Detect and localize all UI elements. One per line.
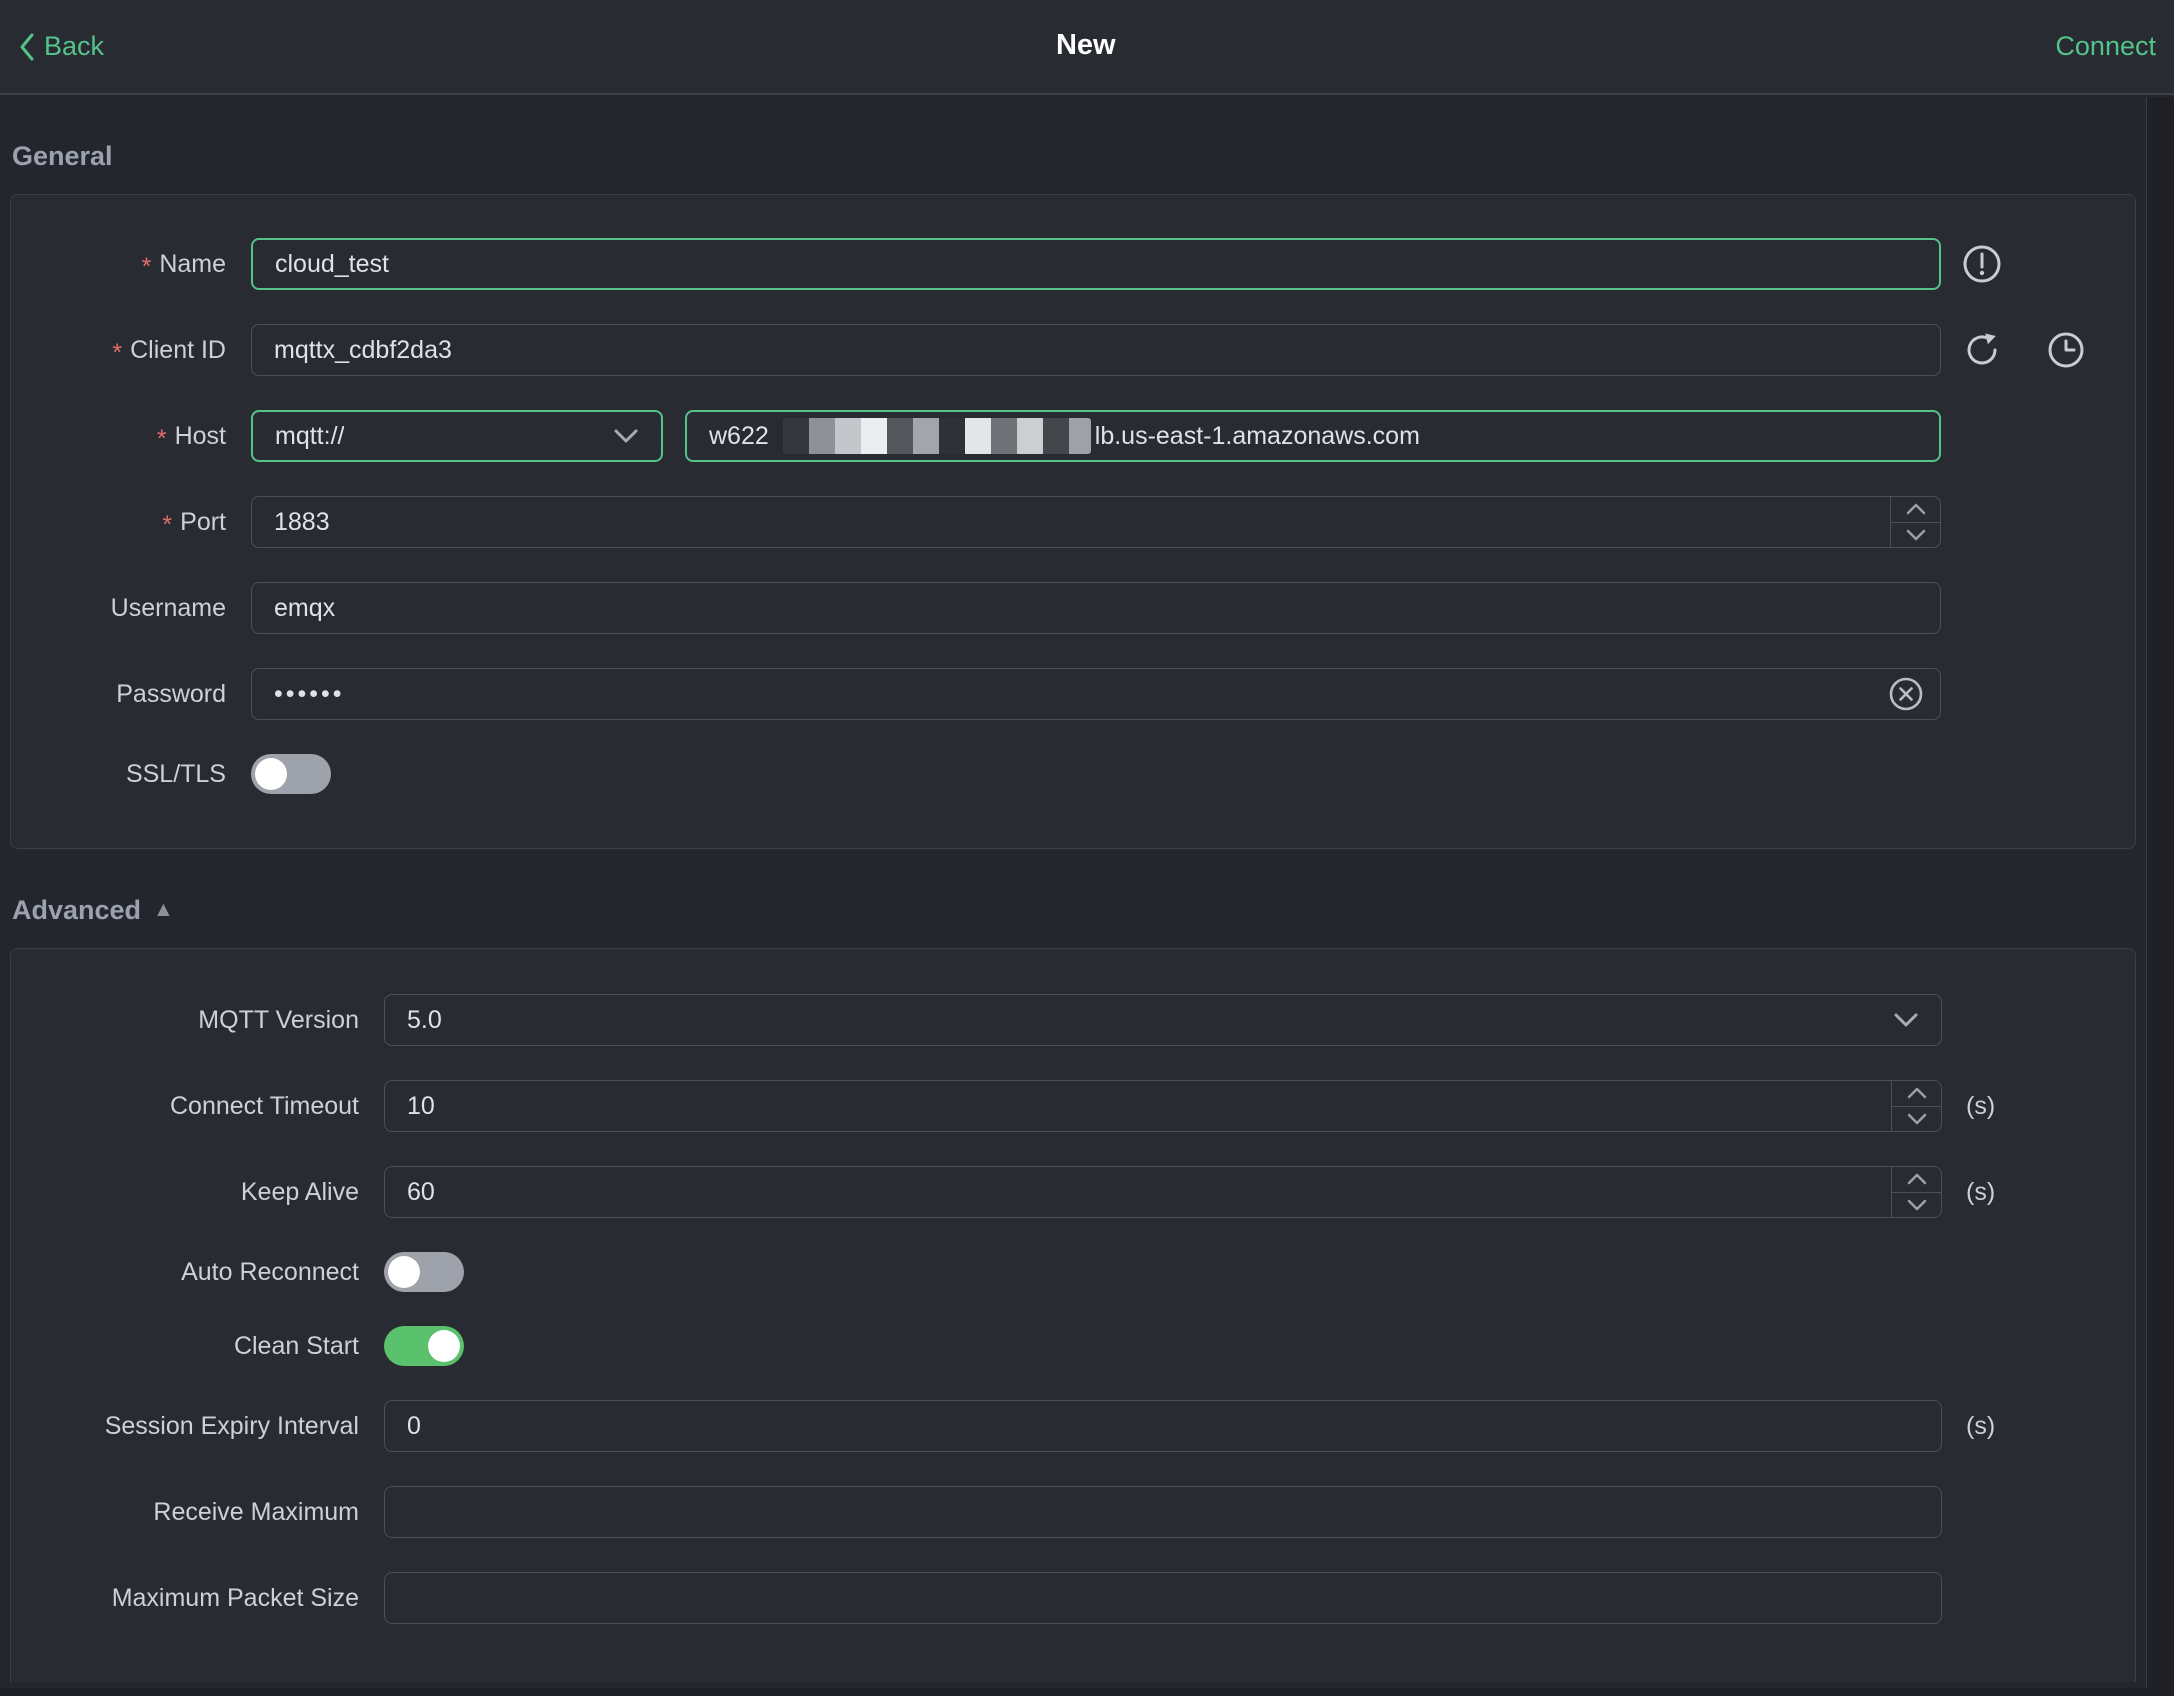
maximum-packet-size-row: Maximum Packet Size xyxy=(11,1572,2135,1624)
clean-start-row: Clean Start xyxy=(11,1326,2135,1366)
client-id-label: * Client ID xyxy=(112,335,226,367)
seconds-unit: (s) xyxy=(1966,1411,1996,1440)
receive-maximum-label: Receive Maximum xyxy=(153,1497,359,1526)
stepper-up-button[interactable] xyxy=(1891,497,1940,523)
redacted-host-segment xyxy=(782,418,1091,454)
advanced-section-heading[interactable]: Advanced ▲ xyxy=(12,895,2146,926)
general-card: * Name cloud_test * Client ID mqttx_cdbf… xyxy=(10,194,2136,849)
name-row: * Name cloud_test xyxy=(11,238,2135,290)
stepper-down-button[interactable] xyxy=(1892,1193,1941,1218)
mqtt-version-select[interactable]: 5.0 xyxy=(384,994,1942,1046)
auto-reconnect-row: Auto Reconnect xyxy=(11,1252,2135,1292)
connect-timeout-row: Connect Timeout 10 (s) xyxy=(11,1080,2135,1132)
port-label: * Port xyxy=(162,507,226,539)
stepper-down-button[interactable] xyxy=(1892,1107,1941,1132)
collapse-triangle-icon[interactable]: ▲ xyxy=(153,898,174,922)
toggle-knob xyxy=(428,1330,460,1362)
username-label: Username xyxy=(110,593,226,622)
host-protocol-select[interactable]: mqtt:// xyxy=(251,410,663,462)
history-clock-icon[interactable] xyxy=(2045,329,2087,371)
receive-maximum-row: Receive Maximum xyxy=(11,1486,2135,1538)
keep-alive-label: Keep Alive xyxy=(240,1177,359,1206)
keep-alive-row: Keep Alive 60 (s) xyxy=(11,1166,2135,1218)
clean-start-label: Clean Start xyxy=(233,1331,359,1360)
required-marker: * xyxy=(112,338,123,367)
host-row: * Host mqtt:// w622 lb.us-east-1.amazonaw… xyxy=(11,410,2135,462)
receive-maximum-input[interactable] xyxy=(384,1486,1942,1538)
advanced-card: MQTT Version 5.0 Connect Timeout 10 (s) … xyxy=(10,948,2136,1682)
password-input[interactable]: •••••• xyxy=(251,668,1941,720)
window-bottom-edge xyxy=(0,1688,2174,1696)
name-input[interactable]: cloud_test xyxy=(251,238,1941,290)
connection-form: General * Name cloud_test * Client ID mq… xyxy=(0,141,2146,1682)
clear-circle-icon[interactable] xyxy=(1886,674,1926,714)
page-title: New xyxy=(1055,28,1116,61)
required-marker: * xyxy=(162,510,173,539)
back-button[interactable]: Back xyxy=(18,31,104,62)
keep-alive-stepper xyxy=(1891,1167,1941,1217)
client-id-row: * Client ID mqttx_cdbf2da3 xyxy=(11,324,2135,376)
general-section-heading: General xyxy=(12,141,2146,172)
ssl-label: SSL/TLS xyxy=(125,759,226,788)
stepper-down-button[interactable] xyxy=(1891,523,1940,548)
name-label: * Name xyxy=(141,249,226,281)
stepper-up-button[interactable] xyxy=(1892,1167,1941,1193)
clean-start-toggle[interactable] xyxy=(384,1326,464,1366)
toggle-knob xyxy=(388,1256,420,1288)
general-heading-label: General xyxy=(12,141,113,171)
password-label: Password xyxy=(116,679,226,708)
seconds-unit: (s) xyxy=(1966,1177,1996,1206)
auto-reconnect-toggle[interactable] xyxy=(384,1252,464,1292)
stepper-up-button[interactable] xyxy=(1892,1081,1941,1107)
host-address-input[interactable]: w622 lb.us-east-1.amazonaws.com xyxy=(685,410,1941,462)
ssl-toggle[interactable] xyxy=(251,754,331,794)
session-expiry-input[interactable]: 0 xyxy=(384,1400,1942,1452)
keep-alive-input[interactable]: 60 xyxy=(384,1166,1942,1218)
connect-timeout-input[interactable]: 10 xyxy=(384,1080,1942,1132)
mqtt-version-label: MQTT Version xyxy=(198,1005,359,1034)
session-expiry-row: Session Expiry Interval 0 (s) xyxy=(11,1400,2135,1452)
client-id-input[interactable]: mqttx_cdbf2da3 xyxy=(251,324,1941,376)
port-input[interactable]: 1883 xyxy=(251,496,1941,548)
connect-timeout-label: Connect Timeout xyxy=(170,1091,359,1120)
chevron-down-icon xyxy=(1893,1012,1919,1028)
password-row: Password •••••• xyxy=(11,668,2135,720)
top-bar: Back New Connect xyxy=(0,0,2174,95)
mqtt-version-row: MQTT Version 5.0 xyxy=(11,994,2135,1046)
port-stepper xyxy=(1890,497,1940,547)
toggle-knob xyxy=(255,758,287,790)
username-input[interactable]: emqx xyxy=(251,582,1941,634)
username-row: Username emqx xyxy=(11,582,2135,634)
advanced-heading-label: Advanced xyxy=(12,895,142,925)
required-marker: * xyxy=(156,424,167,453)
back-label: Back xyxy=(44,31,105,61)
session-expiry-label: Session Expiry Interval xyxy=(104,1411,359,1440)
connect-timeout-stepper xyxy=(1891,1081,1941,1131)
host-label: * Host xyxy=(156,421,226,453)
maximum-packet-size-label: Maximum Packet Size xyxy=(111,1583,359,1612)
window-right-gutter xyxy=(2146,97,2174,1696)
connect-button[interactable]: Connect xyxy=(2055,31,2156,62)
required-marker: * xyxy=(141,252,152,281)
warning-icon[interactable] xyxy=(1961,243,2003,285)
maximum-packet-size-input[interactable] xyxy=(384,1572,1942,1624)
refresh-icon[interactable] xyxy=(1961,329,2003,371)
chevron-left-icon xyxy=(18,32,36,62)
port-row: * Port 1883 xyxy=(11,496,2135,548)
ssl-row: SSL/TLS xyxy=(11,754,2135,794)
chevron-down-icon xyxy=(613,428,639,444)
seconds-unit: (s) xyxy=(1966,1091,1996,1120)
auto-reconnect-label: Auto Reconnect xyxy=(181,1257,359,1286)
